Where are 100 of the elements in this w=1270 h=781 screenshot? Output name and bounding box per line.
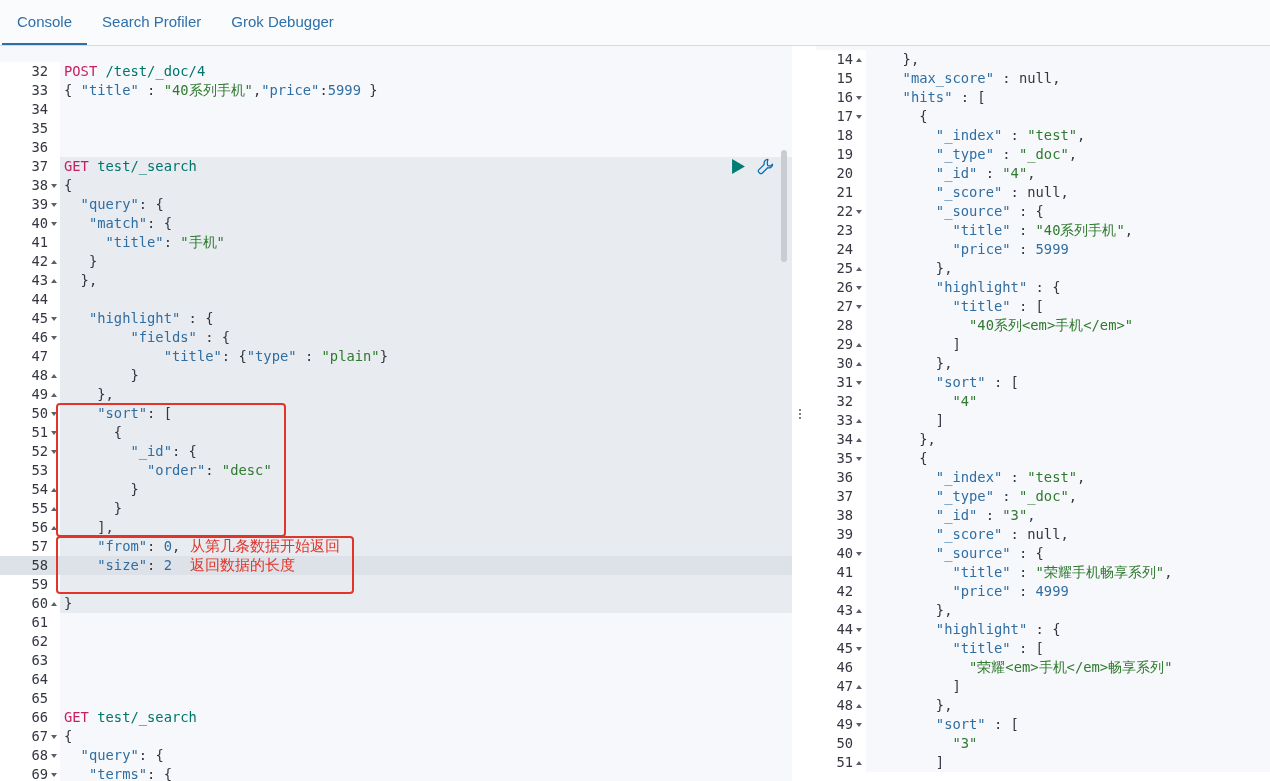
line-number: 36 bbox=[30, 138, 48, 157]
fold-caret-icon[interactable] bbox=[856, 114, 862, 119]
fold-caret-icon[interactable] bbox=[856, 627, 862, 632]
code-line: "match": { bbox=[87, 215, 172, 231]
fold-caret-icon[interactable] bbox=[856, 551, 862, 556]
code-line: GET test/_search bbox=[64, 709, 197, 725]
fold-caret-icon[interactable] bbox=[856, 437, 862, 442]
line-number: 27 bbox=[835, 297, 853, 316]
line-number: 57 bbox=[30, 537, 48, 556]
fold-caret-icon[interactable] bbox=[51, 183, 57, 188]
fold-caret-icon[interactable] bbox=[856, 456, 862, 461]
code-line: "terms": { bbox=[87, 766, 172, 781]
line-number: 55 bbox=[30, 499, 48, 518]
code-line: } bbox=[87, 253, 98, 269]
fold-caret-icon[interactable] bbox=[51, 373, 57, 378]
line-number: 38 bbox=[30, 176, 48, 195]
code-line: { bbox=[918, 450, 928, 466]
line-number: 52 bbox=[30, 442, 48, 461]
line-number: 33 bbox=[30, 81, 48, 100]
fold-caret-icon[interactable] bbox=[856, 209, 862, 214]
fold-caret-icon[interactable] bbox=[51, 506, 57, 511]
code-line: "max_score" : null, bbox=[901, 70, 1061, 86]
fold-caret-icon[interactable] bbox=[51, 259, 57, 264]
line-number: 21 bbox=[835, 183, 853, 202]
fold-caret-icon[interactable] bbox=[856, 266, 862, 271]
line-number: 41 bbox=[835, 563, 853, 582]
fold-caret-icon[interactable] bbox=[51, 487, 57, 492]
code-line: "_score" : null, bbox=[934, 184, 1069, 200]
code-line: }, bbox=[901, 51, 920, 67]
tab[interactable]: Search Profiler bbox=[87, 0, 217, 45]
fold-caret-icon[interactable] bbox=[856, 304, 862, 309]
code-line: "fields" : { bbox=[129, 329, 231, 345]
fold-caret-icon[interactable] bbox=[856, 95, 862, 100]
code-line: "荣耀<em>手机</em>畅享系列" bbox=[968, 659, 1173, 675]
fold-caret-icon[interactable] bbox=[51, 316, 57, 321]
fold-caret-icon[interactable] bbox=[51, 449, 57, 454]
code-line: "_source" : { bbox=[934, 203, 1044, 219]
line-number: 34 bbox=[835, 430, 853, 449]
code-line: "_score" : null, bbox=[934, 526, 1069, 542]
line-number: 32 bbox=[835, 392, 853, 411]
line-number: 36 bbox=[835, 468, 853, 487]
fold-caret-icon[interactable] bbox=[856, 380, 862, 385]
code-line: "highlight" : { bbox=[934, 279, 1061, 295]
fold-caret-icon[interactable] bbox=[51, 734, 57, 739]
line-number: 46 bbox=[30, 328, 48, 347]
line-number: 15 bbox=[835, 69, 853, 88]
code-line: "sort" : [ bbox=[934, 374, 1019, 390]
fold-caret-icon[interactable] bbox=[856, 608, 862, 613]
line-number: 44 bbox=[30, 290, 48, 309]
fold-caret-icon[interactable] bbox=[51, 411, 57, 416]
fold-caret-icon[interactable] bbox=[856, 646, 862, 651]
line-number: 38 bbox=[835, 506, 853, 525]
fold-caret-icon[interactable] bbox=[51, 601, 57, 606]
code-line: ] bbox=[951, 678, 961, 694]
line-number: 42 bbox=[835, 582, 853, 601]
line-number: 65 bbox=[30, 689, 48, 708]
line-number: 24 bbox=[835, 240, 853, 259]
line-number: 66 bbox=[30, 708, 48, 727]
fold-caret-icon[interactable] bbox=[51, 392, 57, 397]
tab[interactable]: Grok Debugger bbox=[216, 0, 349, 45]
wrench-icon[interactable] bbox=[757, 158, 774, 175]
annotation-text: 返回数据的长度 bbox=[190, 556, 296, 575]
fold-caret-icon[interactable] bbox=[856, 361, 862, 366]
code-line: { bbox=[64, 177, 73, 193]
code-line: }, bbox=[934, 697, 953, 713]
code-line: "_index" : "test", bbox=[934, 469, 1086, 485]
fold-caret-icon[interactable] bbox=[51, 335, 57, 340]
code-line: "highlight" : { bbox=[87, 310, 214, 326]
fold-caret-icon[interactable] bbox=[856, 722, 862, 727]
fold-caret-icon[interactable] bbox=[51, 525, 57, 530]
code-line: "_type" : "_doc", bbox=[934, 146, 1078, 162]
code-line: ] bbox=[934, 754, 945, 770]
fold-caret-icon[interactable] bbox=[856, 684, 862, 689]
code-line: }, bbox=[918, 431, 936, 447]
fold-caret-icon[interactable] bbox=[856, 760, 862, 765]
line-number: 50 bbox=[835, 734, 853, 753]
fold-caret-icon[interactable] bbox=[856, 285, 862, 290]
fold-caret-icon[interactable] bbox=[51, 753, 57, 758]
line-number: 51 bbox=[835, 753, 853, 772]
fold-caret-icon[interactable] bbox=[51, 221, 57, 226]
code-line: }, bbox=[96, 386, 114, 402]
fold-caret-icon[interactable] bbox=[856, 57, 862, 62]
fold-caret-icon[interactable] bbox=[856, 703, 862, 708]
fold-caret-icon[interactable] bbox=[856, 418, 862, 423]
play-icon[interactable] bbox=[732, 159, 745, 174]
code-line: { "title" : "40系列手机","price":5999 } bbox=[64, 82, 378, 98]
line-number: 54 bbox=[30, 480, 48, 499]
line-number: 40 bbox=[835, 544, 853, 563]
line-number: 43 bbox=[835, 601, 853, 620]
fold-caret-icon[interactable] bbox=[856, 342, 862, 347]
fold-caret-icon[interactable] bbox=[51, 278, 57, 283]
scrollbar[interactable] bbox=[781, 150, 787, 262]
line-number: 30 bbox=[835, 354, 853, 373]
code-line: ] bbox=[934, 412, 945, 428]
fold-caret-icon[interactable] bbox=[51, 772, 57, 777]
code-line: } bbox=[129, 367, 139, 383]
fold-caret-icon[interactable] bbox=[51, 202, 57, 207]
line-number: 56 bbox=[30, 518, 48, 537]
line-number: 25 bbox=[835, 259, 853, 278]
fold-caret-icon[interactable] bbox=[51, 430, 57, 435]
